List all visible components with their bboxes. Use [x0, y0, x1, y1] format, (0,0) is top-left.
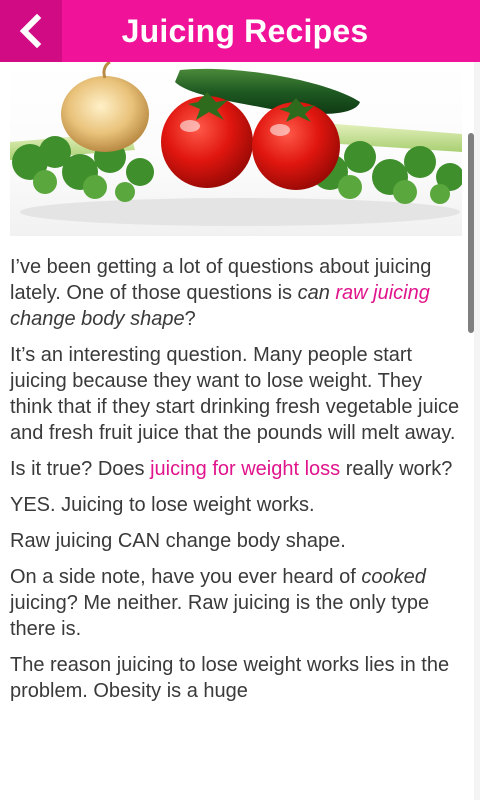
scroll-track — [474, 62, 480, 800]
paragraph-4: YES. Juicing to lose weight works. — [10, 494, 315, 516]
back-button[interactable] — [0, 0, 62, 62]
paragraph-5: Raw juicing CAN change body shape. — [10, 530, 346, 552]
text: On a side note, have you ever heard of — [10, 566, 362, 588]
juicing-for-weight-loss-link[interactable]: juicing for weight loss — [150, 458, 340, 480]
text: Is it true? Does — [10, 458, 151, 480]
paragraph-3: Is it true? Does juicing for weight loss… — [10, 456, 462, 482]
raw-juicing-link[interactable]: raw juicing — [335, 282, 429, 304]
emphasis-text: cooked — [361, 566, 426, 588]
chevron-left-icon — [19, 14, 42, 48]
emphasis-text: can — [297, 282, 336, 304]
vegetables-illustration — [10, 62, 462, 226]
text: juicing? Me neither. Raw juicing is the … — [10, 592, 430, 640]
text: ? — [184, 308, 196, 330]
article-body: I’ve been getting a lot of questions abo… — [10, 254, 462, 714]
hero-image — [10, 62, 462, 236]
emphasis-text: change body shape — [10, 308, 185, 330]
top-app-bar: Juicing Recipes — [0, 0, 480, 62]
paragraph-1: I’ve been getting a lot of questions abo… — [10, 254, 462, 332]
page-title: Juicing Recipes — [121, 12, 369, 49]
paragraph-2: It’s an interesting question. Many peopl… — [10, 344, 460, 444]
scrollbar[interactable] — [468, 133, 474, 333]
app-screen: Juicing Recipes I’ve been getting a lot … — [0, 0, 480, 800]
paragraph-7: The reason juicing to lose weight works … — [10, 654, 450, 702]
text: really work? — [340, 458, 453, 480]
paragraph-6: On a side note, have you ever heard of c… — [10, 564, 462, 642]
